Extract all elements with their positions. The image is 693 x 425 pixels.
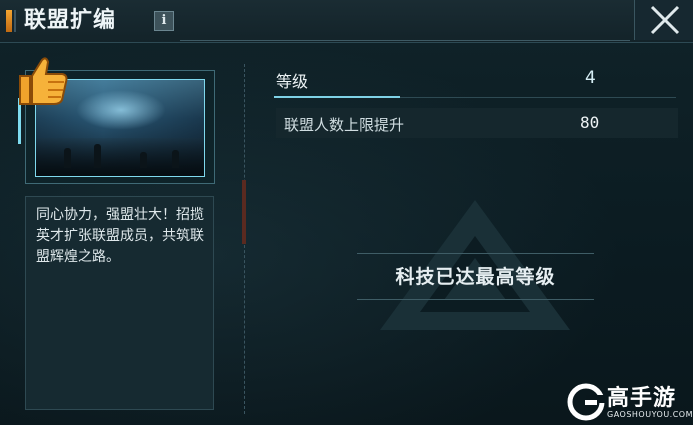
level-label: 等级 — [276, 72, 309, 91]
info-icon[interactable]: i — [154, 11, 174, 31]
member-cap-value: 80 — [580, 113, 600, 132]
close-icon — [650, 5, 680, 35]
thumbs-up-icon — [19, 57, 68, 105]
page-title: 联盟扩编 — [24, 8, 117, 33]
watermark-url: GAOSHOUYOU.COM — [607, 410, 693, 419]
header-accent — [6, 10, 12, 32]
member-cap-label: 联盟人数上限提升 — [284, 116, 405, 134]
header-divider — [180, 40, 630, 41]
level-underline — [274, 96, 400, 98]
description-text: 同心协力，强盟壮大！招揽英才扩张联盟成员，共筑联盟辉煌之路。 — [36, 207, 204, 265]
image-figure — [172, 150, 179, 168]
maxed-line-top — [357, 253, 594, 254]
close-button[interactable] — [634, 0, 693, 40]
image-figure — [94, 144, 101, 168]
image-glow — [76, 90, 166, 130]
header-accent-line — [14, 10, 16, 32]
image-figure — [64, 148, 71, 168]
member-cap-row: 联盟人数上限提升 80 — [276, 108, 678, 138]
image-figure — [140, 152, 147, 168]
level-divider — [400, 97, 676, 98]
max-level-text: 科技已达最高等级 — [395, 266, 556, 288]
level-value: 4 — [585, 68, 596, 88]
watermark-name: 高手游 — [607, 386, 677, 411]
watermark-logo-icon — [567, 383, 605, 421]
maxed-line-bottom — [357, 299, 594, 300]
header-bar: 联盟扩编 i — [0, 0, 693, 43]
description-box: 同心协力，强盟壮大！招揽英才扩张联盟成员，共筑联盟辉煌之路。 — [25, 196, 214, 410]
scroll-indicator[interactable] — [242, 180, 246, 244]
